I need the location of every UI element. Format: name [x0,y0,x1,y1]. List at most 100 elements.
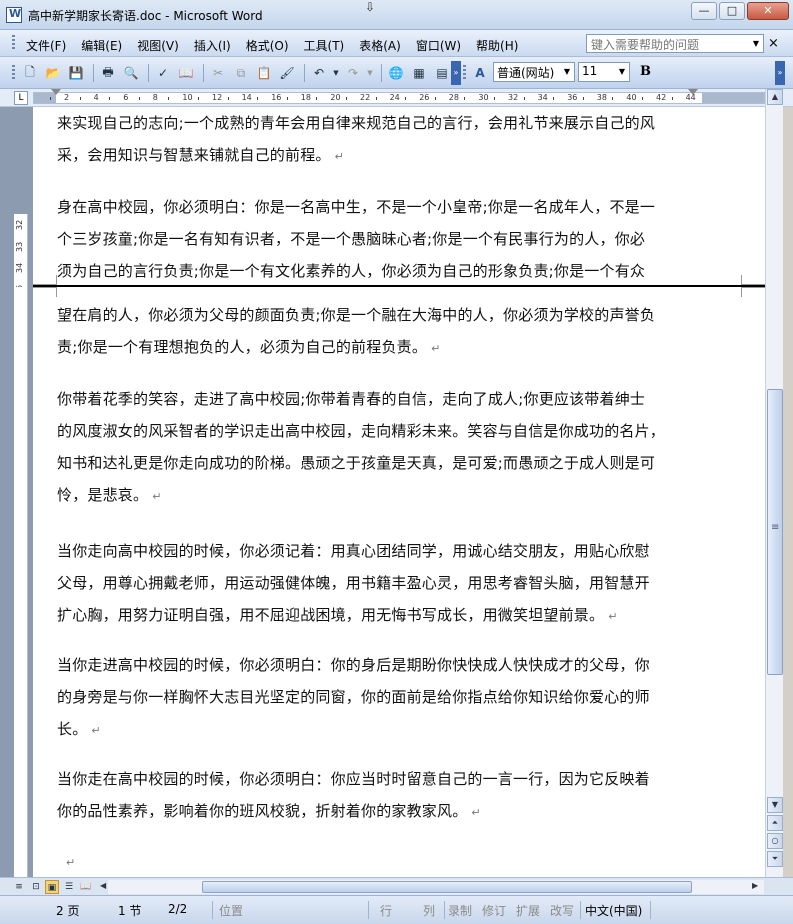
print-preview-icon[interactable]: 🔍 [121,63,141,83]
document-close-button[interactable]: × [768,36,779,51]
tab-selector-icon[interactable]: L [14,91,28,105]
open-folder-icon[interactable]: 📂 [43,63,63,83]
vertical-scroll-thumb[interactable] [767,389,783,675]
paragraph-4[interactable]: 你带着花季的笑容，走进了高中校园;你带着青春的自信，走向了成人;你更应该带着绅士… [57,383,697,511]
hyperlink-icon[interactable]: 🌐 [386,63,406,83]
paragraph-5[interactable]: 当你走向高中校园的时候，你必须记着：用真心团结同学，用诚心结交朋友，用贴心欣慰父… [57,535,697,631]
word-app-icon[interactable] [6,7,22,23]
ruler-tick [198,97,199,100]
status-page-of: 2/2 [168,902,188,916]
toolbar-separator [148,64,149,82]
bold-button[interactable]: B [640,64,651,79]
new-document-icon[interactable]: 🗋 [20,63,40,83]
help-search-input[interactable]: 键入需要帮助的问题 ▼ [586,34,764,53]
format-toolbar-grip[interactable] [463,65,466,81]
paragraph-3[interactable]: 望在肩的人，你必须为父母的颜面负责;你是一个融在大海中的人，你必须为学校的声誉负… [57,299,697,363]
ruler-number: 26 [419,93,430,102]
menu-item-6[interactable]: 表格(A) [353,35,407,56]
outline-view-icon[interactable]: ☰ [62,880,76,894]
toolbar-options-icon[interactable]: » [451,61,461,85]
paste-icon[interactable]: 📋 [254,63,274,83]
menu-item-4[interactable]: 格式(O) [240,35,295,56]
format-toolbar-options-icon[interactable]: » [775,61,785,85]
redo-dropdown-icon[interactable]: ▼ [366,63,374,83]
status-bar: 2 页 1 节 2/2 位置 行 列 录制 修订 扩展 改写 中文(中国) [0,895,793,924]
research-icon[interactable]: 📖 [176,63,196,83]
paragraph-7[interactable]: 当你走在高中校园的时候，你必须明白：你应当时时留意自己的一言一行，因为它反映着你… [57,763,697,827]
font-size-select[interactable]: 11 ▼ [578,62,630,82]
menu-item-0[interactable]: 文件(F) [20,35,72,56]
reading-layout-view-icon[interactable]: 📖 [79,880,93,894]
cut-icon[interactable]: ✂ [208,63,228,83]
menu-item-7[interactable]: 窗口(W) [410,35,467,56]
format-painter-icon[interactable]: 🖌 [277,63,297,83]
status-extend[interactable]: 扩展 [516,902,540,919]
close-window-button[interactable]: ✕ [747,2,789,20]
paragraph-mark: ↵ [66,856,76,869]
save-icon[interactable]: 💾 [66,63,86,83]
web-layout-view-icon[interactable]: ⊡ [29,880,43,894]
paragraph-1[interactable]: 来实现自己的志向;一个成熟的青年会用自律来规范自己的言行，会用礼节来展示自己的风… [57,107,697,171]
ruler-number: 6 [123,93,129,102]
horizontal-ruler[interactable]: 2 4 6 8 10 12 14 16 18 20 22 24 26 28 30 32 34 36 38 40 42 44 [33,92,765,104]
line-text: 当你走在高中校园的时候，你必须明白：你应当时时留意自己的一言一行，因为它反映着 [57,770,650,788]
text-line: 的风度淑女的风采智者的学识走出高中校园，走向精彩未来。笑容与自信是你成功的名片， [57,415,697,447]
text-line: 望在肩的人，你必须为父母的颜面负责;你是一个融在大海中的人，你必须为学校的声誉负 [57,299,697,331]
ruler-tick [168,97,170,100]
normal-view-icon[interactable]: ≡ [12,880,26,894]
style-select[interactable]: 普通(网站) ▼ [493,62,575,82]
toolbar-grip[interactable] [12,65,15,81]
line-text: 父母，用尊心拥戴老师，用运动强健体魄，用书籍丰盈心灵，用思考睿智头脑，用智慧开 [57,574,650,592]
line-text: 长。 [57,720,88,738]
menu-item-1[interactable]: 编辑(E) [75,35,128,56]
ruler-number: 16 [271,93,282,102]
vertical-scrollbar[interactable]: ▲ ▼ ⏶ ○ ⏷ [765,89,783,877]
copy-icon[interactable]: ⧉ [231,63,251,83]
insert-table-icon[interactable]: ▤ [432,63,452,83]
scroll-left-icon[interactable]: ◀ [100,881,106,890]
menu-item-3[interactable]: 插入(I) [188,35,237,56]
previous-page-icon[interactable]: ⏶ [767,815,783,831]
text-line: 扩心胸，用努力证明自强，用不屈迎战困境，用无悔书写成长，用微笑坦望前景。 ↵ [57,599,697,631]
help-dropdown-icon[interactable]: ▼ [749,35,763,52]
undo-icon[interactable]: ↶ [309,63,329,83]
menu-item-5[interactable]: 工具(T) [298,35,351,56]
right-indent-marker[interactable] [688,89,698,95]
select-browse-object-icon[interactable]: ○ [767,833,783,849]
paragraph-6[interactable]: 当你走进高中校园的时候，你必须明白：你的身后是期盼你快快成人快快成才的父母，你的… [57,649,697,745]
scroll-down-icon[interactable]: ▼ [767,797,783,813]
vertical-ruler-page-2[interactable] [14,287,28,877]
text-line: 当你走向高中校园的时候，你必须记着：用真心团结同学，用诚心结交朋友，用贴心欣慰 [57,535,697,567]
undo-dropdown-icon[interactable]: ▼ [332,63,340,83]
status-overtype[interactable]: 改写 [550,902,574,919]
ruler-tick [671,97,673,100]
menu-item-2[interactable]: 视图(V) [131,35,185,56]
first-line-indent-marker[interactable] [51,89,61,95]
next-page-icon[interactable]: ⏷ [767,851,783,867]
spelling-icon[interactable]: ✓ [153,63,173,83]
font-size-value: 11 [582,64,598,78]
print-layout-view-icon[interactable]: ▣ [45,880,59,894]
status-section: 1 节 [118,904,142,918]
scroll-up-icon[interactable]: ▲ [767,89,783,105]
font-size-dropdown-icon[interactable]: ▼ [616,64,628,80]
tables-borders-icon[interactable]: ▦ [409,63,429,83]
line-text: 你带着花季的笑容，走进了高中校园;你带着青春的自信，走向了成人;你更应该带着绅士 [57,390,646,408]
maximize-button[interactable]: □ [719,2,745,20]
style-dropdown-icon[interactable]: ▼ [561,64,573,80]
styles-formatting-icon[interactable]: A [470,63,490,83]
minimize-button[interactable]: — [691,2,717,20]
redo-icon[interactable]: ↷ [343,63,363,83]
ruler-tick [79,97,81,100]
menu-item-8[interactable]: 帮助(H) [470,35,524,56]
horizontal-scroll-thumb[interactable] [202,881,692,893]
print-icon[interactable]: 🖶 [98,63,118,83]
paragraph-2[interactable]: 身在高中校园，你必须明白：你是一名高中生，不是一个小皇帝;你是一名成年人，不是一… [57,191,697,287]
status-track-changes[interactable]: 修订 [482,902,506,919]
scroll-right-icon[interactable]: ▶ [752,881,758,890]
status-record[interactable]: 录制 [448,902,472,919]
drag-handle-icon[interactable]: ⇩ [365,0,375,14]
window-title: 高中新学期家长寄语.doc - Microsoft Word [28,9,263,23]
ruler-number: 28 [448,93,459,102]
menu-grip[interactable] [12,35,15,51]
